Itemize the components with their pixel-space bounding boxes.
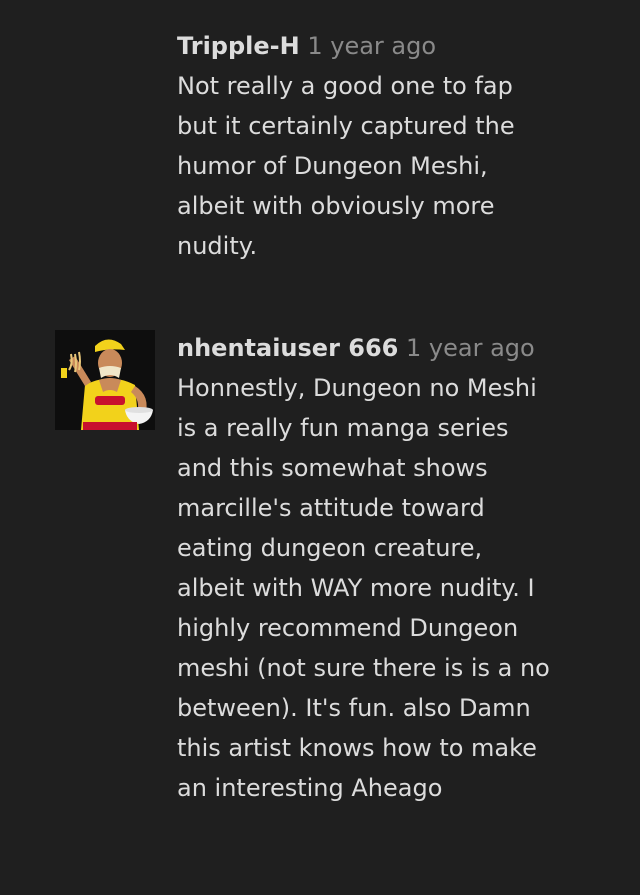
comment-timestamp[interactable]: 1 year ago bbox=[307, 32, 436, 60]
comment-body: nhentaiuser 666 1 year ago Honnestly, Du… bbox=[177, 328, 597, 808]
comment-username[interactable]: nhentaiuser 666 bbox=[177, 334, 398, 362]
comment-body: Tripple-H 1 year ago Not really a good o… bbox=[177, 26, 597, 266]
user-avatar[interactable] bbox=[55, 330, 155, 430]
comment-text: Not really a good one to fap but it cert… bbox=[177, 72, 515, 260]
avatar-image-icon bbox=[55, 330, 155, 430]
comment-header: Tripple-H 1 year ago bbox=[177, 26, 597, 66]
comment-header: nhentaiuser 666 1 year ago bbox=[177, 328, 597, 368]
comment-timestamp[interactable]: 1 year ago bbox=[406, 334, 535, 362]
comment-text: Honnestly, Dungeon no Meshi is a really … bbox=[177, 374, 550, 802]
comment-username[interactable]: Tripple-H bbox=[177, 32, 300, 60]
